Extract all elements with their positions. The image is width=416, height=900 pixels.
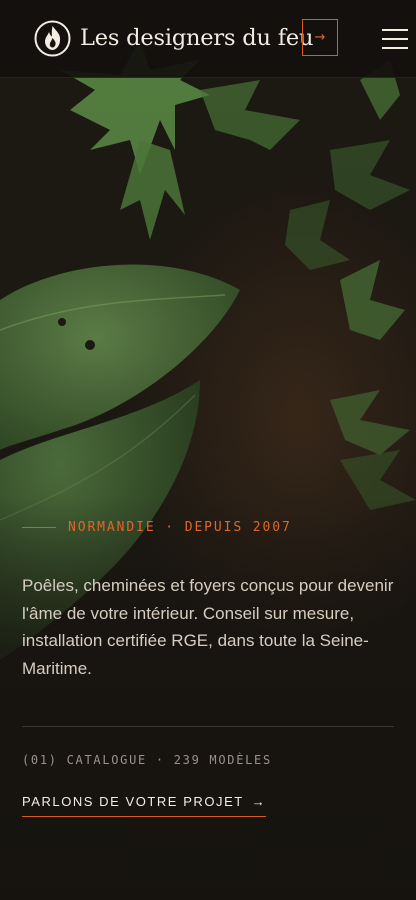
hero-eyebrow: NORMANDIE · DEPUIS 2007 xyxy=(22,520,292,535)
divider xyxy=(22,726,394,727)
arrow-right-icon: → xyxy=(251,794,267,809)
brand-name[interactable]: Les designers du feu xyxy=(80,22,313,54)
project-cta-link[interactable]: PARLONS DE VOTRE PROJET → xyxy=(22,794,267,817)
page: Les designers du feu → NORMANDIE · DEPUI… xyxy=(0,0,416,900)
flame-icon[interactable] xyxy=(34,20,71,57)
cta-label: PARLONS DE VOTRE PROJET xyxy=(22,794,244,809)
hamburger-menu-icon[interactable] xyxy=(382,29,408,49)
hero-description: Poêles, cheminées et foyers conçus pour … xyxy=(22,576,394,678)
eyebrow-text: NORMANDIE · DEPUIS 2007 xyxy=(68,520,292,535)
contact-arrow-button[interactable]: → xyxy=(302,19,338,56)
arrow-right-icon: → xyxy=(314,30,326,45)
catalog-link[interactable]: (01) CATALOGUE · 239 MODÈLES xyxy=(22,753,272,767)
site-header: Les designers du feu → xyxy=(0,0,416,78)
eyebrow-rule xyxy=(22,527,56,528)
